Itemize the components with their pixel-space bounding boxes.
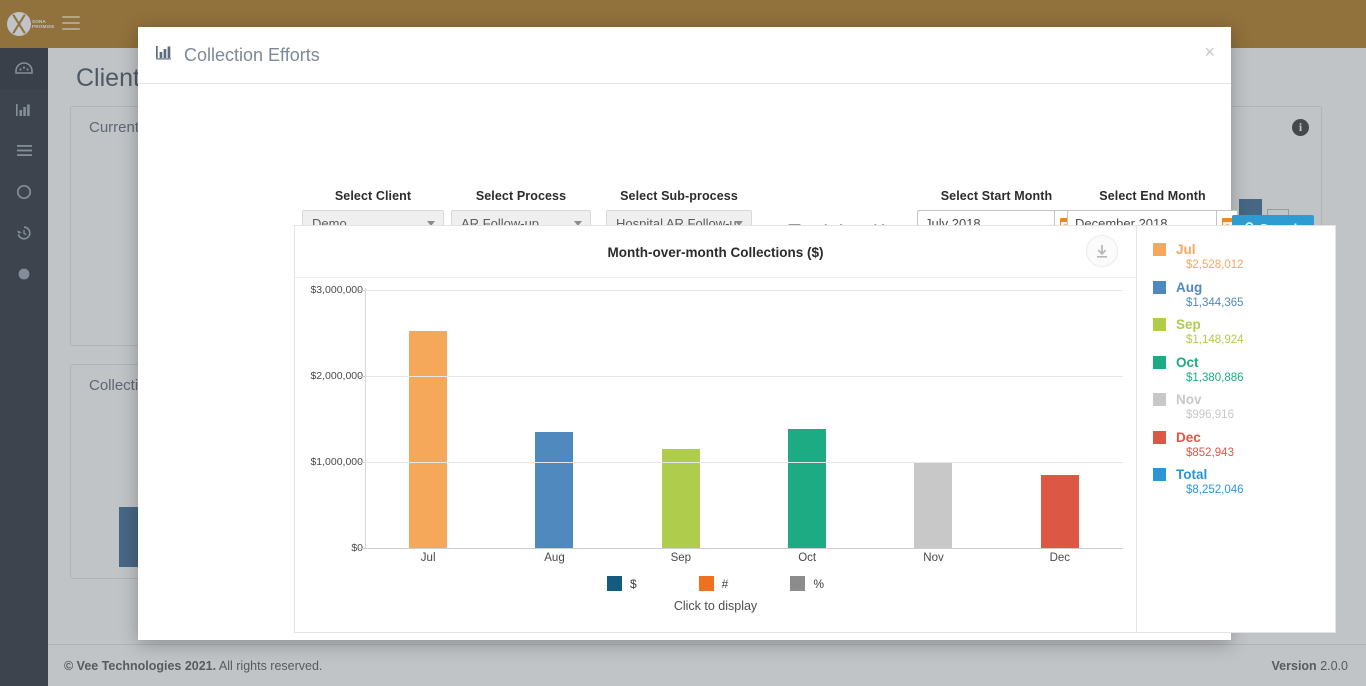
bar-slot [365,278,491,548]
legend-item-label: Dec [1176,429,1201,445]
chart-footer: $ #% Click to display [295,568,1136,632]
chart-panel: Month-over-month Collections ($) $0 $1,00… [294,225,1137,633]
gridline [365,462,1123,463]
legend-item[interactable]: Total $8,252,046 [1153,467,1335,496]
x-axis-tick-label: Oct [798,552,817,564]
legend-swatch [698,576,714,591]
app-root: SONA PROMISE Client Current A i Collecti… [0,0,1366,686]
chart-bar[interactable] [914,462,953,548]
x-axis-line [365,548,1123,549]
gridline [365,290,1123,291]
legend-item-value: $8,252,046 [1186,484,1244,496]
chart-bar[interactable] [1040,474,1079,548]
legend-label: # [721,576,729,591]
legend-label: % [813,576,825,591]
legend-swatch [1153,393,1166,406]
legend-swatch [606,576,622,591]
legend-swatch [1153,280,1166,294]
legend-panel: Jul $2,528,012 Aug $1,344,365 Sep $1,148,924 O… [1137,225,1336,633]
select-client-label: Select Client [334,189,412,203]
select-start-month-label: Select Start Month [940,189,1053,203]
chart-bars [365,278,1123,548]
chart-footer-note: Click to display [673,599,758,613]
bar-slot [997,278,1123,548]
legend-item[interactable]: Jul $2,528,012 [1153,242,1335,271]
legend-item-value: $852,943 [1186,446,1234,459]
legend-item-label: Total [1176,467,1208,482]
select-subprocess-label: Select Sub-process [620,189,738,203]
collection-efforts-modal: Collection Efforts × Select Client Demo … [138,27,1336,640]
legend-swatch [1153,355,1166,369]
x-axis-tick-label: Jul [420,552,436,564]
y-axis-tick-label: $2,000,000 [310,370,363,382]
legend-swatch [1153,243,1166,256]
x-axis-tick-label: Nov [923,552,944,564]
x-axis-tick-label: Dec [1049,552,1071,564]
chart-series-toggle[interactable]: # [698,576,729,591]
bar-slot [870,278,996,548]
legend-item-value: $2,528,012 [1186,259,1244,271]
y-axis-tick-label: $1,000,000 [310,456,363,468]
legend-item[interactable]: Nov $996,916 [1153,392,1335,421]
chart-bar[interactable] [409,330,448,548]
chart-section: Month-over-month Collections ($) $0 $1,00… [294,225,1354,633]
legend-item[interactable]: Dec $852,943 [1153,430,1335,459]
legend-item[interactable]: Aug $1,344,365 [1153,280,1335,309]
x-axis-labels: Jul Aug Sep Oct Nov Dec [365,548,1123,568]
chart-bar[interactable] [788,429,827,548]
legend-item-label: Oct [1176,354,1199,370]
legend-item-value: $1,344,365 [1186,296,1244,309]
bar-slot [744,278,870,548]
chart-header: Month-over-month Collections ($) [295,226,1136,278]
chart-title: Month-over-month Collections ($) [607,245,824,260]
legend-item-label: Aug [1176,279,1203,295]
legend-swatch [790,576,806,591]
chart-series-toggle[interactable]: % [790,576,824,591]
chart-bar[interactable] [535,432,574,548]
legend-item-label: Jul [1176,242,1196,257]
download-icon[interactable] [1086,235,1118,267]
chart-plot-area: $0 $1,000,000 $2,000,000 $3,000,000 Jul Aug S… [295,278,1138,568]
legend-item[interactable]: Oct $1,380,886 [1153,355,1335,384]
legend-item-label: Sep [1176,317,1201,332]
filter-bar: Select Client Demo Select Process AR Fol… [138,84,1314,242]
modal-title: Collection Efforts [184,44,320,65]
legend-swatch [1153,468,1166,481]
y-axis-labels: $0 $1,000,000 $2,000,000 $3,000,000 [295,278,363,568]
legend-label: $ [629,576,637,591]
legend-swatch [1153,430,1166,444]
close-icon[interactable]: × [1204,43,1215,61]
legend-item-value: $996,916 [1186,409,1234,421]
x-axis-tick-label: Aug [544,552,565,564]
select-process-label: Select Process [475,189,567,203]
bar-chart-icon [156,45,174,65]
legend-item-label: Nov [1176,392,1202,407]
chart-series-toggles: $ #% [295,576,1136,591]
modal-header: Collection Efforts × [138,27,1231,84]
legend-item[interactable]: Sep $1,148,924 [1153,317,1335,346]
y-axis-tick-label: $3,000,000 [310,284,363,296]
chart-bar[interactable] [661,449,700,548]
select-end-month-label: Select End Month [1099,189,1206,203]
x-axis-tick-label: Sep [670,552,692,564]
gridline [365,376,1123,377]
chart-series-toggle[interactable]: $ [606,576,637,591]
bar-slot [618,278,744,548]
bar-slot [491,278,617,548]
legend-swatch [1153,318,1166,331]
legend-item-value: $1,148,924 [1186,334,1244,346]
legend-item-value: $1,380,886 [1186,371,1244,384]
